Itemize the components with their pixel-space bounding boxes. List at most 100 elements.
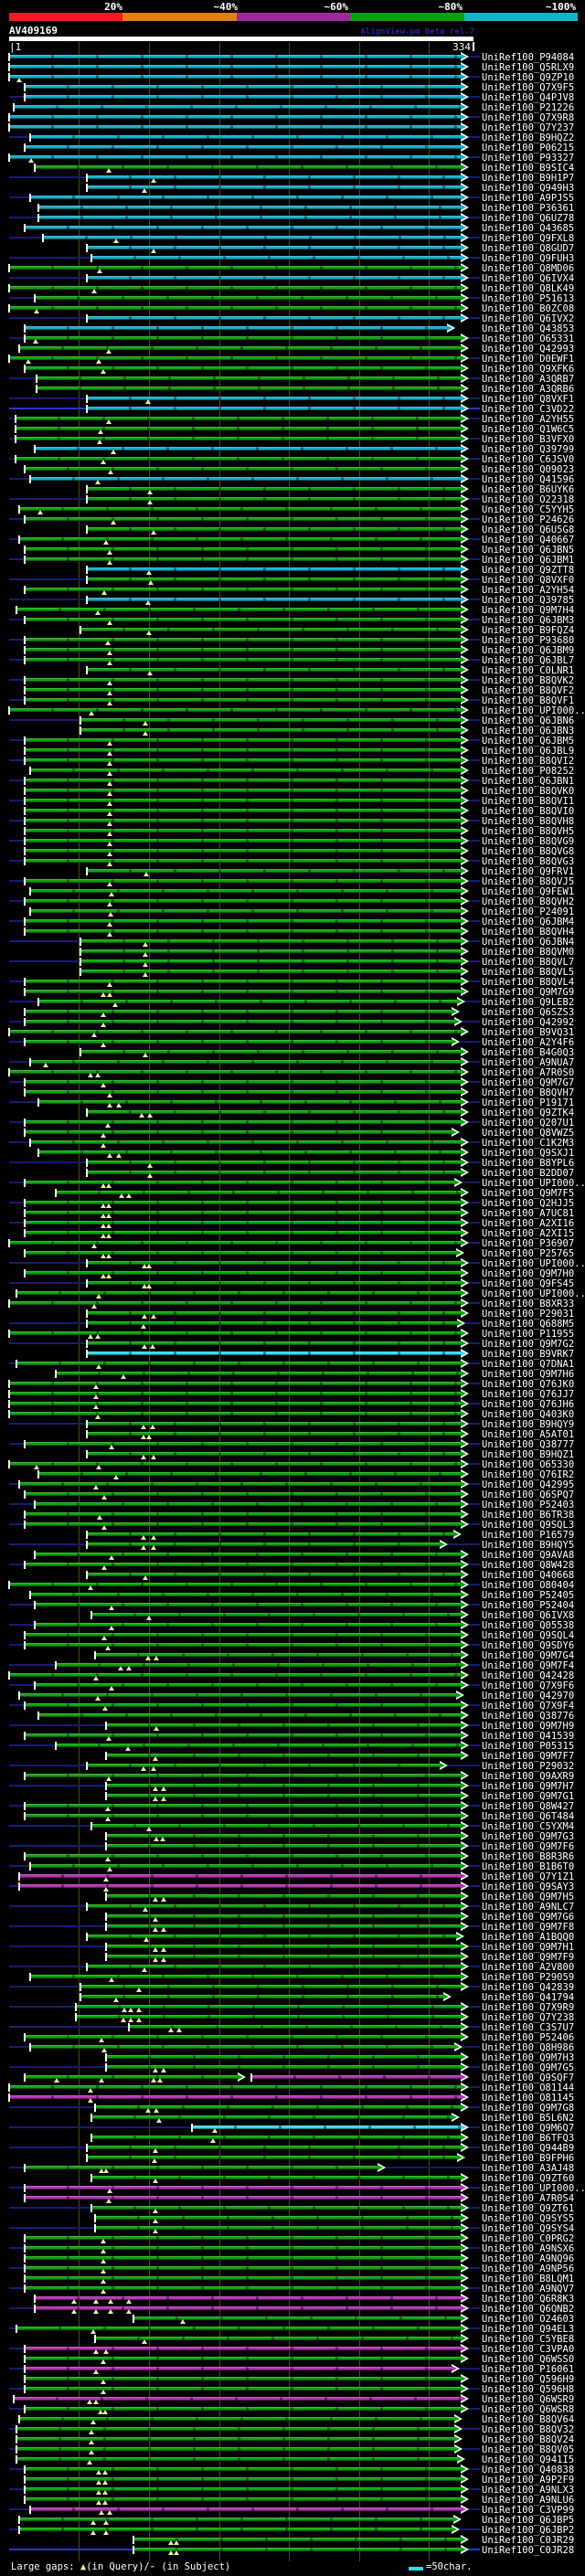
subject-id-label[interactable]: UniRef100_B5L6N2 xyxy=(482,2114,574,2124)
subject-id-label[interactable]: UniRef100_Q9ZTT8 xyxy=(482,566,574,576)
alignment-bar[interactable] xyxy=(9,155,461,159)
subject-id-label[interactable]: UniRef100_Q9SDY6 xyxy=(482,1641,574,1651)
subject-id-label[interactable]: UniRef100_Q9FUH3 xyxy=(482,254,574,264)
subject-id-label[interactable]: UniRef100_Q8VXF0 xyxy=(482,576,574,586)
subject-id-label[interactable]: UniRef100_A5AT01 xyxy=(482,1430,574,1440)
subject-id-label[interactable]: UniRef100_B8QV24 xyxy=(482,2435,574,2445)
subject-id-label[interactable]: UniRef100_P19171 xyxy=(482,1098,574,1108)
subject-id-label[interactable]: UniRef100_O24603 xyxy=(482,2315,574,2325)
subject-id-label[interactable]: UniRef100_P29032 xyxy=(482,1762,574,1772)
subject-id-label[interactable]: UniRef100_B8QVH8 xyxy=(482,817,574,827)
alignment-bar[interactable] xyxy=(56,1744,461,1747)
subject-id-label[interactable]: UniRef100_P29059 xyxy=(482,1973,574,1983)
alignment-bar[interactable] xyxy=(25,336,461,340)
alignment-bar[interactable] xyxy=(87,1935,456,1938)
subject-id-label[interactable]: UniRef100_Q42995 xyxy=(482,1480,574,1490)
subject-id-label[interactable]: UniRef100_Q6WSR8 xyxy=(482,2405,574,2415)
alignment-bar[interactable] xyxy=(9,2085,461,2089)
alignment-bar[interactable] xyxy=(25,2236,461,2240)
alignment-bar[interactable] xyxy=(35,447,461,451)
alignment-bar[interactable] xyxy=(87,668,461,672)
alignment-bar[interactable] xyxy=(106,1914,461,1918)
alignment-bar[interactable] xyxy=(25,748,461,752)
alignment-bar[interactable] xyxy=(25,1130,452,1134)
subject-id-label[interactable]: UniRef100_B8YPL6 xyxy=(482,1159,574,1169)
subject-id-label[interactable]: UniRef100_A2XI16 xyxy=(482,1219,574,1229)
subject-id-label[interactable]: UniRef100_Q9M7H4 xyxy=(482,606,574,616)
alignment-bar[interactable] xyxy=(87,1542,440,1546)
subject-id-label[interactable]: UniRef100_Q8W428 xyxy=(482,1561,574,1571)
alignment-bar[interactable] xyxy=(80,728,461,732)
alignment-bar[interactable] xyxy=(80,970,461,973)
subject-id-label[interactable]: UniRef100_C0JR28 xyxy=(482,2546,574,2556)
subject-id-label[interactable]: UniRef100_A7R0S0 xyxy=(482,1068,574,1078)
alignment-bar[interactable] xyxy=(80,949,461,953)
alignment-bar[interactable] xyxy=(25,1221,461,1224)
subject-id-label[interactable]: UniRef100_Q8VXF1 xyxy=(482,395,574,405)
subject-id-label[interactable]: UniRef100_Q9M7H7 xyxy=(482,1782,574,1792)
alignment-bar[interactable] xyxy=(25,467,461,471)
subject-id-label[interactable]: UniRef100_P24091 xyxy=(482,907,574,917)
alignment-bar[interactable] xyxy=(9,1301,461,1305)
subject-id-label[interactable]: UniRef100_Q05538 xyxy=(482,1621,574,1631)
alignment-bar[interactable] xyxy=(25,1211,461,1214)
subject-id-label[interactable]: UniRef100_B9HQZ2 xyxy=(482,133,574,143)
alignment-bar[interactable] xyxy=(30,1975,461,1978)
alignment-bar[interactable] xyxy=(87,578,461,581)
subject-id-label[interactable]: UniRef100_Q9M7G6 xyxy=(482,1913,574,1923)
alignment-bar[interactable] xyxy=(9,1583,461,1586)
subject-id-label[interactable]: UniRef100_Q42992 xyxy=(482,1018,574,1028)
subject-id-label[interactable]: UniRef100_Q9LEB2 xyxy=(482,998,574,1008)
subject-id-label[interactable]: UniRef100_Q9M7G2 xyxy=(482,1340,574,1350)
subject-id-label[interactable]: UniRef100_P16579 xyxy=(482,1531,574,1541)
alignment-bar[interactable] xyxy=(9,1382,461,1385)
alignment-bar[interactable] xyxy=(16,2457,457,2461)
alignment-bar[interactable] xyxy=(30,196,461,199)
alignment-bar[interactable] xyxy=(30,1140,461,1144)
subject-id-label[interactable]: UniRef100_Q9M7F9 xyxy=(482,1953,574,1963)
subject-id-label[interactable]: UniRef100_Q42428 xyxy=(482,1671,574,1681)
subject-id-label[interactable]: UniRef100_Q6JBM3 xyxy=(482,616,574,626)
alignment-bar[interactable] xyxy=(25,1512,461,1516)
alignment-bar[interactable] xyxy=(35,1553,461,1556)
alignment-bar[interactable] xyxy=(35,1603,461,1606)
subject-id-label[interactable]: UniRef100_Q949H3 xyxy=(482,184,574,194)
alignment-bar[interactable] xyxy=(25,688,461,692)
subject-id-label[interactable]: UniRef100_Q38776 xyxy=(482,1712,574,1722)
subject-id-label[interactable]: UniRef100_UPI000.. xyxy=(482,706,585,716)
subject-id-label[interactable]: UniRef100_Q6JBN6 xyxy=(482,716,574,726)
subject-id-label[interactable]: UniRef100_P16061 xyxy=(482,2365,574,2375)
subject-id-label[interactable]: UniRef100_B3VFX0 xyxy=(482,435,574,445)
alignment-bar[interactable] xyxy=(25,738,461,742)
subject-id-label[interactable]: UniRef100_O22318 xyxy=(482,495,574,505)
subject-id-label[interactable]: UniRef100_A2YH55 xyxy=(482,415,574,425)
alignment-bar[interactable] xyxy=(76,2005,461,2009)
subject-id-label[interactable]: UniRef100_Q6R8K3 xyxy=(482,2295,574,2305)
subject-id-label[interactable]: UniRef100_P52406 xyxy=(482,2033,574,2043)
alignment-bar[interactable] xyxy=(25,1492,461,1496)
alignment-bar[interactable] xyxy=(19,2528,452,2531)
alignment-bar[interactable] xyxy=(25,2497,461,2501)
alignment-bar[interactable] xyxy=(30,2045,454,2049)
subject-id-label[interactable]: UniRef100_B9HQZ1 xyxy=(482,1450,574,1460)
subject-id-label[interactable]: UniRef100_C3VP99 xyxy=(482,2506,574,2516)
subject-id-label[interactable]: UniRef100_A9NQ96 xyxy=(482,2254,574,2264)
alignment-bar[interactable] xyxy=(25,1563,461,1566)
subject-id-label[interactable]: UniRef100_P08252 xyxy=(482,767,574,777)
subject-id-label[interactable]: UniRef100_Q40838 xyxy=(482,2465,574,2475)
subject-id-label[interactable]: UniRef100_Q9SQF7 xyxy=(482,2073,574,2083)
alignment-bar[interactable] xyxy=(25,2256,461,2260)
alignment-bar[interactable] xyxy=(25,85,461,89)
alignment-bar[interactable] xyxy=(9,2095,461,2099)
subject-id-label[interactable]: UniRef100_A7R0S4 xyxy=(482,2194,574,2204)
alignment-bar[interactable] xyxy=(16,608,461,611)
subject-id-label[interactable]: UniRef100_B8QVH2 xyxy=(482,897,574,907)
alignment-bar[interactable] xyxy=(38,1150,461,1154)
subject-id-label[interactable]: UniRef100_Q6IVX4 xyxy=(482,274,574,284)
alignment-bar[interactable] xyxy=(80,628,461,631)
subject-id-label[interactable]: UniRef100_B9HQY9 xyxy=(482,1420,574,1430)
subject-id-label[interactable]: UniRef100_Q7Y1Z1 xyxy=(482,1872,574,1882)
subject-id-label[interactable]: UniRef100_Q6SZS3 xyxy=(482,1008,574,1018)
alignment-bar[interactable] xyxy=(25,1733,461,1737)
alignment-bar[interactable] xyxy=(9,1412,461,1415)
